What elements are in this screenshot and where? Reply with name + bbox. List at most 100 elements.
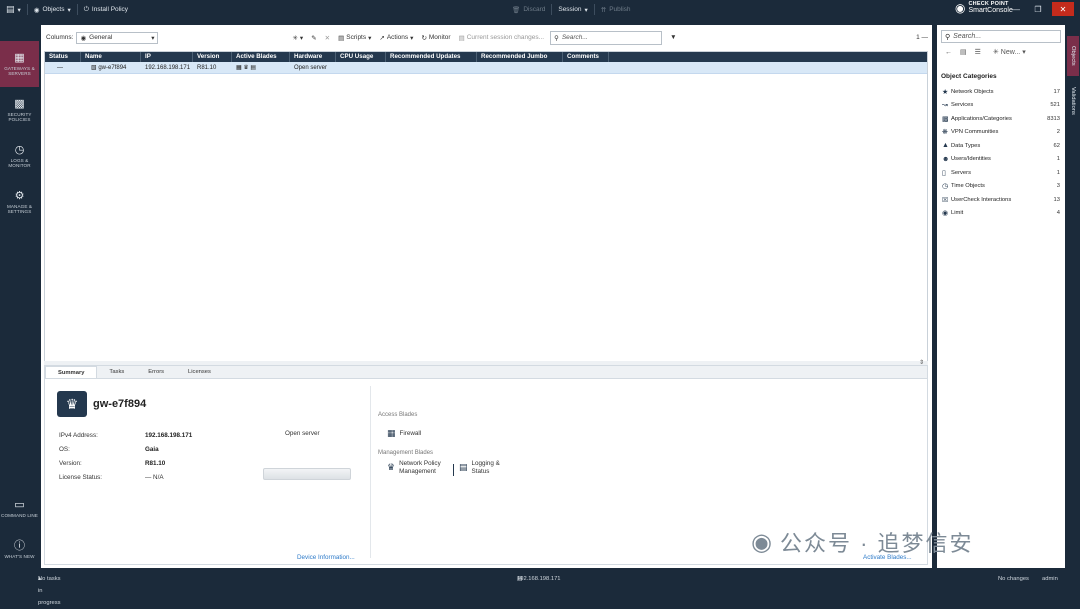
session-menu[interactable]: Session ▾ (552, 0, 593, 19)
col-cpu-usage[interactable]: CPU Usage (336, 52, 386, 62)
list-view-icon[interactable]: ☰ (975, 48, 981, 56)
chevron-down-icon: ▾ (151, 34, 155, 42)
nav-logs-monitor[interactable]: ◷ LOGS & MONITOR (0, 133, 39, 179)
limit-icon: ◉ (942, 210, 949, 218)
edit-icon: ✎ (311, 34, 317, 42)
col-comments[interactable]: Comments (563, 52, 609, 62)
right-side-tabs: Objects Validations (1066, 19, 1080, 573)
tab-tasks[interactable]: Tasks (97, 366, 136, 378)
wechat-icon: ◉ (751, 528, 774, 556)
blades-icons: ▦ ♛ ▤ (232, 62, 290, 74)
nav-command-line[interactable]: ▭ COMMAND LINE (0, 486, 39, 532)
category-services[interactable]: ↝ Services 521 (937, 99, 1065, 113)
col-ip[interactable]: IP (141, 52, 193, 62)
actions-button[interactable]: ↗ Actions ▾ (375, 34, 417, 42)
new-object-dropdown[interactable]: ✳ New... ▾ (989, 48, 1030, 57)
col-active-blades[interactable]: Active Blades (232, 52, 290, 62)
tab-validations[interactable]: Validations (1067, 79, 1079, 123)
minimize-icon[interactable]: — (1008, 2, 1024, 16)
objects-search-input[interactable]: ⚲ Search... (941, 30, 1061, 43)
network-objects-icon: ★ (942, 88, 949, 96)
lock-icon[interactable]: ▤ (960, 48, 967, 56)
firewall-icon: ▦ (387, 428, 396, 438)
col-recommended-jumbo[interactable]: Recommended Jumbo (477, 52, 563, 62)
gateway-fields: IPv4 Address: 192.168.198.171 OS: Gaia Ver… (59, 431, 193, 481)
appliance-image (263, 468, 351, 480)
col-recommended-updates[interactable]: Recommended Updates (386, 52, 477, 62)
logs-icon: ◷ (14, 143, 25, 156)
session-changes-icon: ▤ (458, 34, 465, 42)
back-icon[interactable]: ← (945, 49, 952, 56)
services-icon: ↝ (942, 102, 948, 110)
app-menu-button[interactable]: ▤ ▾ (0, 0, 27, 19)
detail-tabs: Summary Tasks Errors Licenses (45, 366, 927, 379)
search-input[interactable]: ⚲ Search... (550, 30, 663, 45)
vpn-icon: ❋ (942, 129, 948, 137)
new-object-button[interactable]: ✳ ▾ (288, 34, 307, 42)
applications-icon: ▩ (942, 115, 949, 123)
filter-button[interactable]: ▼ (666, 34, 680, 41)
time-icon: ◷ (942, 183, 949, 191)
left-nav: ▦ GATEWAYS & SERVERS ▩ SECURITY POLICIES ◷… (0, 19, 39, 573)
filter-icon: ▼ (670, 34, 677, 41)
logging-blade[interactable]: ▤ Logging & Status (459, 460, 516, 475)
tab-summary[interactable]: Summary (45, 366, 98, 378)
category-servers[interactable]: ▯ Servers 1 (937, 166, 1065, 180)
nav-manage-settings[interactable]: ⚙ MANAGE & SETTINGS (0, 179, 39, 225)
category-usercheck[interactable]: ☒ UserCheck Interactions 13 (937, 193, 1065, 207)
delete-button[interactable]: ✕ (321, 34, 334, 42)
close-icon[interactable]: ✕ (1052, 2, 1074, 16)
objects-icon: ◉ (33, 6, 40, 14)
category-time-objects[interactable]: ◷ Time Objects 3 (937, 180, 1065, 194)
restore-icon[interactable]: ❐ (1030, 2, 1046, 16)
session-changes-button[interactable]: ▤ Current session changes... (455, 34, 548, 42)
install-policy-button[interactable]: ⏻ Install Policy (78, 0, 134, 19)
tab-errors[interactable]: Errors (136, 366, 176, 378)
checkpoint-logo-icon: ◉ (955, 1, 966, 15)
publish-button[interactable]: ⇈ Publish (595, 0, 637, 19)
discard-icon: 🗑 (512, 6, 521, 14)
settings-icon: ⚙ (14, 189, 25, 202)
gateway-large-icon: ♛ (57, 391, 87, 417)
objects-panel: ⚲ Search... ← ▤ ☰ ✳ New... ▾ Object Categor… (937, 25, 1065, 568)
tasks-status[interactable]: No tasks in progress ▴ (38, 573, 61, 606)
category-data-types[interactable]: ▲ Data Types 62 (937, 139, 1065, 153)
nav-security-policies[interactable]: ▩ SECURITY POLICIES (0, 87, 39, 133)
columns-select[interactable]: ◉ General ▾ (76, 31, 159, 44)
scripts-button[interactable]: ▤ Scripts ▾ (334, 34, 375, 42)
tab-licenses[interactable]: Licenses (176, 366, 223, 378)
monitor-button[interactable]: ↻ Monitor (417, 34, 454, 42)
nav-gateways-servers[interactable]: ▦ GATEWAYS & SERVERS (0, 41, 39, 87)
firewall-blade[interactable]: ▦ Firewall (387, 428, 421, 439)
category-users[interactable]: ☻ Users/Identities 1 (937, 153, 1065, 167)
network-policy-blade[interactable]: ♛ Network Policy Management (387, 460, 447, 475)
new-icon: ✳ (992, 49, 999, 56)
tab-objects[interactable]: Objects (1067, 36, 1079, 76)
gateways-table: Status Name IP Version Active Blades Har… (44, 51, 928, 381)
nav-whats-new[interactable]: ⓘ WHAT'S NEW (0, 527, 39, 573)
category-limit[interactable]: ◉ Limit 4 (937, 207, 1065, 221)
top-bar: ▤ ▾ ◉ Objects ▾ ⏻ Install Policy 🗑 Discard Se… (0, 0, 1080, 19)
col-hardware[interactable]: Hardware (290, 52, 336, 62)
col-name[interactable]: Name (81, 52, 141, 62)
col-version[interactable]: Version (193, 52, 232, 62)
brand-logo: ◉ CHECK POINT SmartConsole (955, 1, 1013, 15)
category-network-objects[interactable]: ★ Network Objects 17 (937, 85, 1065, 99)
category-applications[interactable]: ▩ Applications/Categories 8313 (937, 112, 1065, 126)
crown-icon: ♛ (387, 462, 396, 472)
objects-menu[interactable]: ◉ Objects ▾ (28, 0, 77, 19)
command-line-icon: ▭ (14, 499, 25, 512)
table-row[interactable]: — ▧ gw-e7f894 192.168.198.171 R81.10 ▦ ♛… (45, 62, 927, 74)
servers-icon: ▯ (942, 169, 946, 177)
search-icon: ⚲ (945, 33, 951, 41)
edit-button[interactable]: ✎ (307, 34, 320, 42)
users-icon: ☻ (942, 155, 950, 163)
discard-button[interactable]: 🗑 Discard (506, 0, 551, 19)
category-vpn[interactable]: ❋ VPN Communities 2 (937, 126, 1065, 140)
col-status[interactable]: Status (45, 52, 81, 62)
app-menu-icon: ▤ (6, 4, 15, 14)
status-bar: No tasks in progress ▴ ▤ 192.168.198.171… (0, 573, 1080, 606)
actions-icon: ↗ (379, 34, 385, 42)
publish-icon: ⇈ (600, 6, 607, 14)
device-info-link[interactable]: Device Information... (297, 554, 355, 561)
